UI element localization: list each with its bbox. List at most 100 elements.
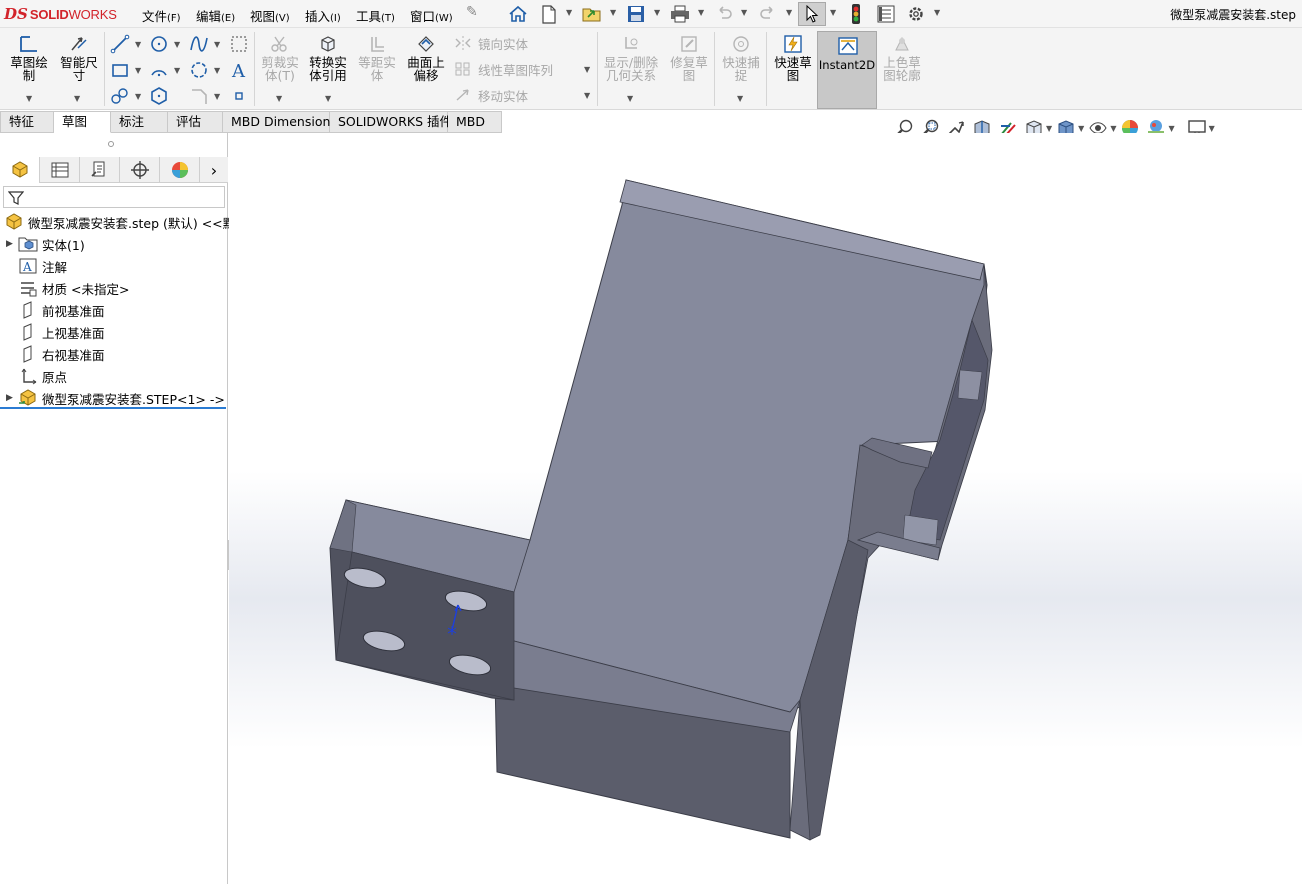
- print-icon[interactable]: [666, 2, 694, 26]
- tree-item-front-plane[interactable]: 前视基准面: [18, 299, 105, 321]
- tree-item-solid-bodies[interactable]: ▶ 实体(1): [6, 233, 85, 255]
- chevron-down-icon[interactable]: ▼: [1046, 124, 1052, 133]
- chevron-down-icon[interactable]: ▼: [135, 40, 141, 49]
- sketch-button[interactable]: 草图绘 制: [6, 34, 52, 82]
- chevron-down-icon[interactable]: ▼: [584, 91, 590, 100]
- tree-item-origin[interactable]: 原点: [18, 365, 67, 387]
- tree-item-annotations[interactable]: A 注解: [18, 255, 67, 277]
- offset-entities-button[interactable]: 等距实 体: [354, 34, 400, 82]
- options-gear-icon[interactable]: [902, 2, 930, 26]
- menu-file[interactable]: 文件(F): [142, 6, 181, 25]
- 3d-part-model[interactable]: [229, 133, 1302, 884]
- construction-geometry-icon[interactable]: [229, 34, 249, 54]
- menu-insert[interactable]: 插入(I): [305, 6, 341, 25]
- line-icon[interactable]: [110, 34, 130, 54]
- chevron-down-icon[interactable]: ▼: [276, 94, 282, 103]
- pin-icon[interactable]: ✎: [466, 4, 478, 20]
- select-pointer-icon[interactable]: [798, 2, 826, 26]
- repair-sketch-button[interactable]: 修复草 图: [666, 34, 712, 82]
- chevron-down-icon[interactable]: ▼: [214, 40, 220, 49]
- tab-mbd-dimensions[interactable]: MBD Dimensions: [223, 111, 337, 133]
- chevron-down-icon[interactable]: ▼: [1168, 124, 1174, 133]
- rapid-sketch-button[interactable]: 快速草 图: [770, 34, 816, 82]
- spline-icon[interactable]: [189, 34, 209, 54]
- tree-item-top-plane[interactable]: 上视基准面: [18, 321, 105, 343]
- text-icon[interactable]: A: [229, 60, 249, 80]
- linear-pattern-button[interactable]: 线性草图阵列: [454, 59, 553, 79]
- chevron-down-icon[interactable]: ▼: [174, 66, 180, 75]
- instant2d-button[interactable]: Instant2D: [817, 31, 877, 109]
- chevron-down-icon[interactable]: ▼: [786, 8, 792, 17]
- chevron-down-icon[interactable]: ▼: [214, 92, 220, 101]
- tab-markup[interactable]: 标注: [111, 111, 168, 133]
- tree-item-imported-step[interactable]: ▶ 微型泵减震安装套.STEP<1> ->: [6, 387, 225, 409]
- chevron-down-icon[interactable]: ▼: [1078, 124, 1084, 133]
- open-icon[interactable]: [579, 2, 607, 26]
- tab-sketch[interactable]: 草图: [54, 111, 111, 133]
- tab-solidworks-addins[interactable]: SOLIDWORKS 插件: [330, 111, 452, 133]
- chevron-down-icon[interactable]: ▼: [698, 8, 704, 17]
- tree-filter-box[interactable]: [3, 186, 225, 208]
- chevron-down-icon[interactable]: ▼: [741, 8, 747, 17]
- featuremanager-tab[interactable]: [0, 157, 40, 183]
- dimxpertmanager-tab[interactable]: [120, 157, 160, 183]
- file-properties-icon[interactable]: [872, 2, 900, 26]
- chevron-down-icon[interactable]: ▼: [1209, 124, 1215, 133]
- display-relations-button[interactable]: 显示/删除 几何关系: [600, 34, 662, 82]
- menu-window[interactable]: 窗口(W): [410, 6, 453, 25]
- solidworks-logo[interactable]: DS SOLIDWORKS: [4, 4, 117, 24]
- chevron-down-icon[interactable]: ▼: [174, 40, 180, 49]
- undo-icon[interactable]: [710, 2, 738, 26]
- chevron-down-icon[interactable]: ▼: [135, 66, 141, 75]
- menu-edit[interactable]: 编辑(E): [196, 6, 235, 25]
- chevron-down-icon[interactable]: ▼: [566, 8, 572, 17]
- save-icon[interactable]: [622, 2, 650, 26]
- rebuild-traffic-light-icon[interactable]: [842, 2, 870, 26]
- tree-root-part[interactable]: 微型泵减震安装套.step (默认) <<默认: [4, 211, 248, 233]
- home-icon[interactable]: [504, 2, 532, 26]
- move-entities-button[interactable]: 移动实体: [454, 85, 528, 105]
- tab-evaluate[interactable]: 评估: [168, 111, 223, 133]
- polygon-icon[interactable]: [149, 86, 169, 106]
- convert-entities-button[interactable]: 转换实 体引用: [305, 34, 351, 82]
- shaded-sketch-contours-button[interactable]: 上色草 图轮廓: [878, 34, 926, 82]
- menu-tools[interactable]: 工具(T): [356, 6, 395, 25]
- rectangle-icon[interactable]: [110, 60, 130, 80]
- quick-snaps-button[interactable]: 快速捕 捉: [718, 34, 764, 82]
- chevron-down-icon[interactable]: ▼: [830, 8, 836, 17]
- chevron-down-icon[interactable]: ▼: [1110, 124, 1116, 133]
- tab-mbd[interactable]: MBD: [448, 111, 502, 133]
- menu-view[interactable]: 视图(V): [250, 6, 290, 25]
- tree-item-right-plane[interactable]: 右视基准面: [18, 343, 105, 365]
- trim-entities-button[interactable]: 剪裁实 体(T): [257, 34, 303, 82]
- expand-arrow-icon[interactable]: ▶: [6, 239, 18, 249]
- chevron-down-icon[interactable]: ▼: [74, 94, 80, 103]
- tab-features[interactable]: 特征: [0, 111, 54, 133]
- slot-icon[interactable]: [110, 86, 130, 106]
- chevron-right-icon[interactable]: ›: [200, 157, 228, 183]
- chevron-down-icon[interactable]: ▼: [627, 94, 633, 103]
- point-icon[interactable]: [229, 86, 249, 106]
- redo-icon[interactable]: [754, 2, 782, 26]
- chevron-down-icon[interactable]: ▼: [934, 8, 940, 17]
- propertymanager-tab[interactable]: [40, 157, 80, 183]
- mirror-entities-button[interactable]: 镜向实体: [454, 33, 528, 53]
- chevron-down-icon[interactable]: ▼: [654, 8, 660, 17]
- offset-on-surface-button[interactable]: 曲面上 偏移: [403, 34, 449, 82]
- sketch-fillet-icon[interactable]: [189, 60, 209, 80]
- tree-item-material[interactable]: 材质 <未指定>: [18, 277, 129, 299]
- rollback-bar[interactable]: [0, 407, 226, 409]
- chevron-down-icon[interactable]: ▼: [610, 8, 616, 17]
- chevron-down-icon[interactable]: ▼: [26, 94, 32, 103]
- chevron-down-icon[interactable]: ▼: [325, 94, 331, 103]
- chamfer-icon[interactable]: [189, 86, 209, 106]
- chevron-down-icon[interactable]: ▼: [135, 92, 141, 101]
- smart-dimension-button[interactable]: 智能尺 寸: [56, 34, 102, 82]
- arc-icon[interactable]: [149, 60, 169, 80]
- chevron-down-icon[interactable]: ▼: [214, 66, 220, 75]
- chevron-down-icon[interactable]: ▼: [737, 94, 743, 103]
- graphics-viewport[interactable]: [229, 133, 1302, 884]
- displaymanager-tab[interactable]: [160, 157, 200, 183]
- expand-arrow-icon[interactable]: ▶: [6, 393, 18, 403]
- chevron-down-icon[interactable]: ▼: [584, 65, 590, 74]
